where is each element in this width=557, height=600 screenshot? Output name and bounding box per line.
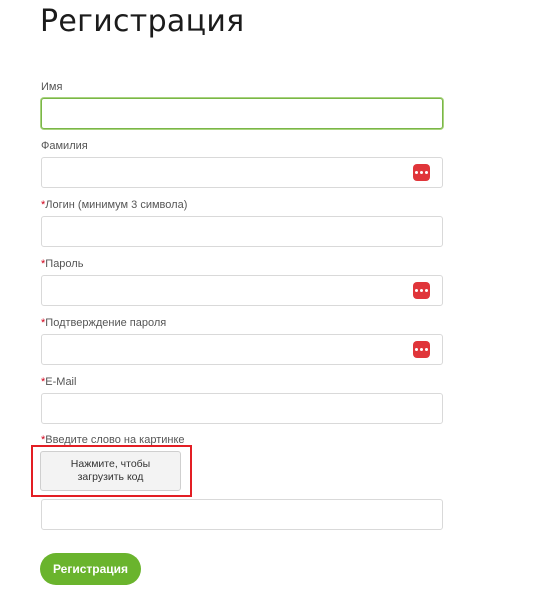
first-name-label: Имя bbox=[41, 81, 63, 93]
confirm-password-label: *Подтверждение пароля bbox=[41, 317, 167, 329]
password-input[interactable] bbox=[41, 275, 443, 306]
captcha-input[interactable] bbox=[41, 499, 443, 530]
email-label: *E-Mail bbox=[41, 376, 77, 388]
register-button[interactable]: Регистрация bbox=[40, 553, 141, 585]
password-label: *Пароль bbox=[41, 258, 84, 270]
password-manager-icon[interactable] bbox=[413, 341, 430, 358]
login-input[interactable] bbox=[41, 216, 443, 247]
last-name-label: Фамилия bbox=[41, 140, 88, 152]
last-name-input[interactable] bbox=[41, 157, 443, 188]
email-input[interactable] bbox=[41, 393, 443, 424]
load-captcha-button[interactable]: Нажмите, чтобы загрузить код bbox=[40, 451, 181, 491]
page-title: Регистрация bbox=[40, 4, 245, 39]
password-manager-icon[interactable] bbox=[413, 164, 430, 181]
password-manager-icon[interactable] bbox=[413, 282, 430, 299]
confirm-password-input[interactable] bbox=[41, 334, 443, 365]
first-name-input[interactable] bbox=[41, 98, 443, 129]
login-label: *Логин (минимум 3 символа) bbox=[41, 199, 188, 211]
